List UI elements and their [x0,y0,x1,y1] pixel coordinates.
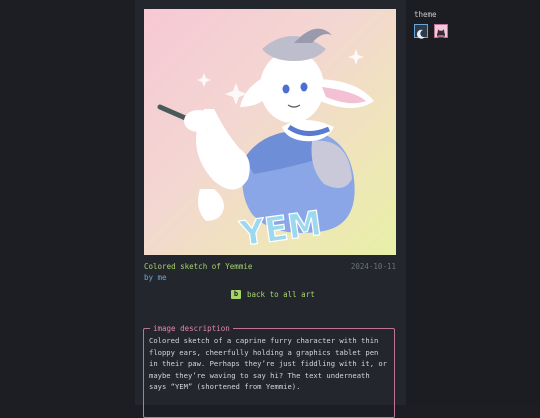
keyboard-shortcut-badge: b [231,290,241,299]
artwork-author-link[interactable]: by me [144,273,167,282]
back-link-label: back to all art [247,290,315,299]
image-description-text: Colored sketch of a caprine furry charac… [149,336,387,391]
theme-label: theme [414,10,437,19]
theme-pink-button[interactable] [434,24,448,39]
svg-text:YEM: YEM [237,204,324,255]
back-to-all-art-link[interactable]: b back to all art [231,290,315,299]
theme-dark-button[interactable] [414,24,428,39]
cat-icon [437,29,445,39]
artwork-date: 2024-10-11 [350,262,396,271]
image-description-legend: image description [150,324,233,333]
artwork-image: YEM [144,9,396,255]
artwork-caption: Colored sketch of Yemmie [144,262,253,271]
theme-sidebar [406,0,540,405]
moon-icon [416,29,425,39]
